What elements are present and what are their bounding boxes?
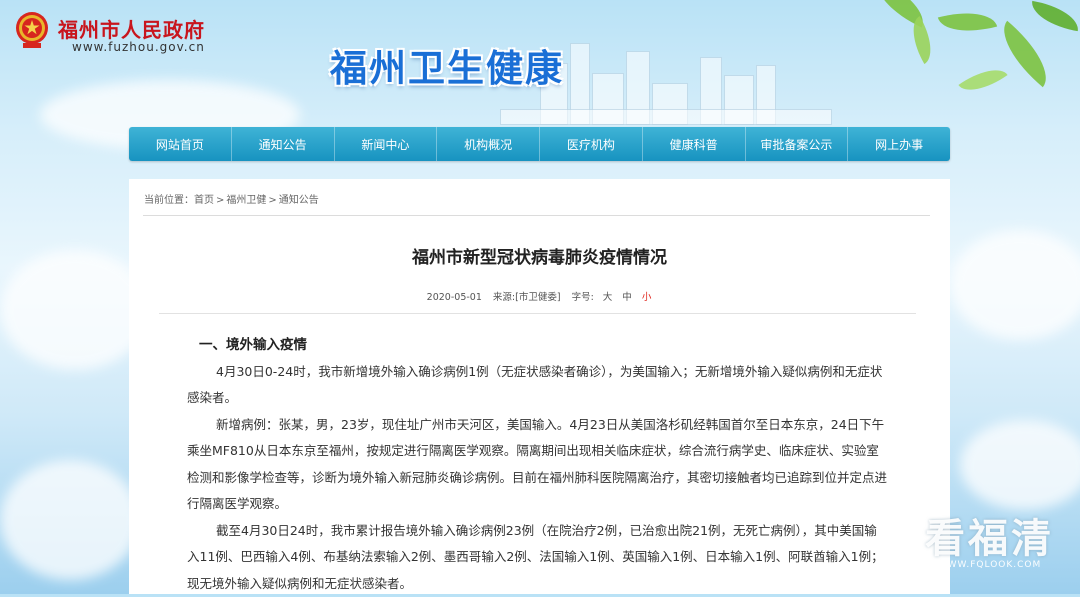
- font-size-label: 字号:: [572, 292, 594, 303]
- breadcrumb-fuzhou-health[interactable]: 福州卫健: [226, 195, 266, 206]
- nav-item-home[interactable]: 网站首页: [129, 127, 232, 161]
- divider: [159, 313, 916, 314]
- cloud-decoration: [0, 250, 150, 370]
- section-heading: 一、境外输入疫情: [187, 332, 887, 359]
- watermark-logo-text: 看福清: [925, 506, 1054, 564]
- font-size-small[interactable]: 小: [642, 292, 652, 303]
- cloud-decoration: [0, 460, 140, 580]
- watermark-url: WWW.FQLOOK.COM: [925, 560, 1054, 570]
- site-title: 福州卫生健康: [330, 38, 564, 92]
- nav-item-news[interactable]: 新闻中心: [335, 127, 438, 161]
- breadcrumb-separator: >: [268, 195, 276, 206]
- breadcrumb-prefix: 当前位置：: [144, 195, 194, 206]
- gov-site-url[interactable]: www.fuzhou.gov.cn: [72, 40, 205, 54]
- article-meta: 2020-05-01 来源:[市卫健委] 字号: 大中小: [129, 289, 950, 303]
- source-value: [市卫健委]: [515, 292, 560, 303]
- nav-item-health-science[interactable]: 健康科普: [643, 127, 746, 161]
- national-emblem-icon[interactable]: [14, 10, 50, 50]
- article-body: 一、境外输入疫情 4月30日0-24时，我市新增境外输入确诊病例1例（无症状感染…: [187, 332, 887, 597]
- article-title: 福州市新型冠状病毒肺炎疫情情况: [129, 243, 950, 268]
- font-size-large[interactable]: 大: [603, 292, 613, 303]
- source-label: 来源:: [493, 292, 515, 303]
- breadcrumb-home[interactable]: 首页: [194, 195, 214, 206]
- nav-item-medical-institutions[interactable]: 医疗机构: [540, 127, 643, 161]
- breadcrumb: 当前位置：首页>福州卫健>通知公告: [144, 191, 319, 206]
- article-date: 2020-05-01: [427, 292, 482, 303]
- gov-site-name[interactable]: 福州市人民政府: [58, 14, 205, 43]
- nav-item-approval-public[interactable]: 审批备案公示: [746, 127, 849, 161]
- article-source: 来源:[市卫健委]: [493, 292, 561, 303]
- nav-item-about[interactable]: 机构概况: [437, 127, 540, 161]
- nav-item-online-services[interactable]: 网上办事: [848, 127, 950, 161]
- font-size-medium[interactable]: 中: [622, 292, 632, 303]
- breadcrumb-notices[interactable]: 通知公告: [279, 195, 319, 206]
- leaves-decoration: [830, 0, 1080, 120]
- breadcrumb-separator: >: [216, 195, 224, 206]
- nav-item-notices[interactable]: 通知公告: [232, 127, 335, 161]
- watermark: 看福清 WWW.FQLOOK.COM: [925, 506, 1054, 570]
- cloud-decoration: [950, 230, 1080, 340]
- article-paragraph: 新增病例：张某，男，23岁，现住址广州市天河区，美国输入。4月23日从美国洛杉矶…: [187, 412, 887, 518]
- divider: [143, 215, 930, 216]
- article-paragraph: 截至4月30日24时，我市累计报告境外输入确诊病例23例（在院治疗2例，已治愈出…: [187, 518, 887, 597]
- main-nav: 网站首页 通知公告 新闻中心 机构概况 医疗机构 健康科普 审批备案公示 网上办…: [129, 127, 950, 161]
- article-paragraph: 4月30日0-24时，我市新增境外输入确诊病例1例（无症状感染者确诊），为美国输…: [187, 359, 887, 412]
- cloud-decoration: [960, 420, 1080, 510]
- content-panel: 当前位置：首页>福州卫健>通知公告 福州市新型冠状病毒肺炎疫情情况 2020-0…: [129, 179, 950, 594]
